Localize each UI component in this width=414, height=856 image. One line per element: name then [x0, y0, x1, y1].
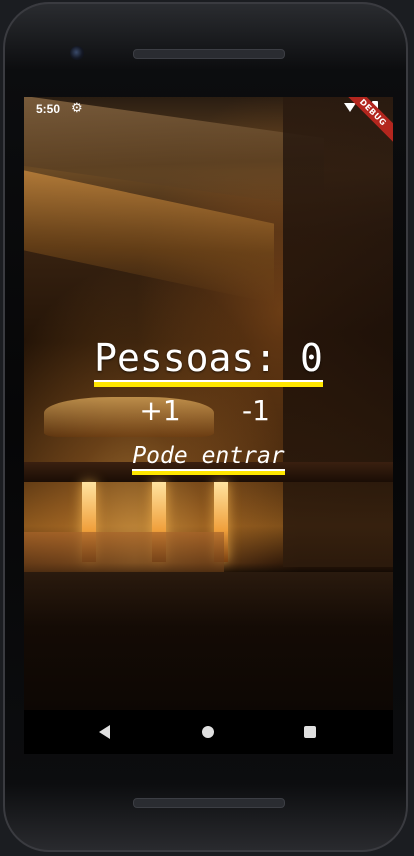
- scene-floor: [24, 532, 224, 577]
- counter-buttons: +1 -1: [24, 394, 393, 430]
- people-counter-text: Pessoas: 0: [94, 336, 323, 382]
- android-navigation-bar: [24, 710, 393, 754]
- scene-wall: [283, 97, 393, 567]
- gear-icon: ⚙: [71, 100, 83, 115]
- status-bar: 5:50 ⚙ DEBUG: [24, 97, 393, 146]
- front-camera-icon: [70, 46, 84, 60]
- people-counter-title: Pessoas: 0: [24, 335, 393, 382]
- earpiece-speaker: [133, 49, 285, 59]
- bottom-speaker: [133, 798, 285, 808]
- home-circle-icon[interactable]: [202, 726, 214, 738]
- phone-frame: 5:50 ⚙ DEBUG Pessoas: 0 +1 -1 Pode entra…: [3, 2, 408, 852]
- wifi-icon: [344, 103, 356, 112]
- recents-square-icon[interactable]: [304, 726, 316, 738]
- app-screen: 5:50 ⚙ DEBUG Pessoas: 0 +1 -1 Pode entra…: [24, 97, 393, 710]
- entry-status-message: Pode entrar: [24, 442, 393, 471]
- scene-table: [24, 572, 393, 710]
- increment-button[interactable]: +1: [136, 394, 184, 428]
- entry-status-text: Pode entrar: [132, 443, 285, 471]
- back-triangle-icon[interactable]: [99, 725, 110, 739]
- decrement-button[interactable]: -1: [236, 394, 276, 428]
- status-time: 5:50: [36, 102, 61, 116]
